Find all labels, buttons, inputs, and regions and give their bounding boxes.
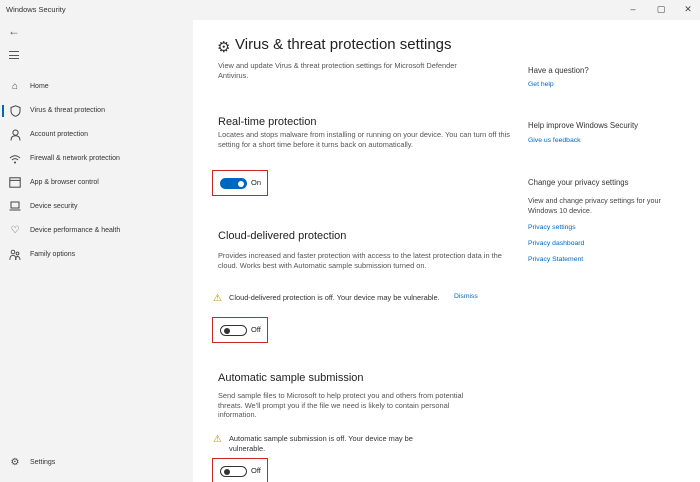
toggle-state-label: Off	[251, 325, 261, 334]
toggle-state-label: Off	[251, 466, 261, 475]
window-title: Windows Security	[6, 5, 66, 14]
page-description: View and update Virus & threat protectio…	[218, 61, 457, 80]
privacy-settings-link[interactable]: Privacy settings	[528, 224, 576, 231]
hamburger-menu-icon[interactable]	[9, 51, 19, 59]
back-arrow-icon[interactable]: ←	[8, 24, 20, 38]
sidebar-item-device-performance-health[interactable]: ♡ Device performance & health	[0, 221, 193, 241]
sidebar-item-family-options[interactable]: Family options	[0, 245, 193, 265]
sidebar-item-account-protection[interactable]: Account protection	[0, 125, 193, 145]
page-title: Virus & threat protection settings	[235, 36, 452, 53]
sidebar-item-app-browser-control[interactable]: App & browser control	[0, 173, 193, 193]
highlight-box: On	[212, 170, 268, 196]
section-title-cloud-delivered-protection: Cloud-delivered protection	[218, 230, 347, 242]
close-icon[interactable]: ✕	[681, 3, 695, 16]
sidebar-item-device-security[interactable]: Device security	[0, 197, 193, 217]
have-a-question-heading: Have a question?	[528, 66, 589, 75]
gear-icon: ⚙	[217, 39, 231, 56]
highlight-box: Off	[212, 458, 268, 482]
toggle-state-label: On	[251, 178, 262, 187]
sidebar-item-label: Settings	[30, 459, 56, 466]
privacy-statement-link[interactable]: Privacy Statement	[528, 256, 583, 263]
privacy-dashboard-link[interactable]: Privacy dashboard	[528, 240, 584, 247]
family-icon	[9, 249, 21, 261]
minimize-icon[interactable]: –	[626, 3, 640, 16]
dismiss-link[interactable]: Dismiss	[454, 293, 478, 300]
privacy-description: View and change privacy settings for you…	[528, 196, 661, 215]
cloud-delivered-protection-toggle[interactable]	[220, 325, 247, 336]
sidebar-item-virus-threat-protection[interactable]: Virus & threat protection	[0, 101, 193, 121]
maximize-icon[interactable]: ▢	[654, 3, 668, 16]
section-description: Locates and stops malware from installin…	[218, 130, 510, 149]
sidebar-item-label: Home	[30, 83, 49, 90]
sidebar-item-home[interactable]: ⌂ Home	[0, 77, 193, 97]
sidebar-item-label: Family options	[30, 251, 76, 258]
heart-icon: ♡	[10, 225, 20, 236]
gear-icon: ⚙	[10, 457, 20, 468]
give-feedback-link[interactable]: Give us feedback	[528, 137, 581, 144]
get-help-link[interactable]: Get help	[528, 81, 554, 88]
shield-icon	[9, 105, 21, 117]
warning-text: Cloud-delivered protection is off. Your …	[229, 293, 440, 302]
section-title-automatic-sample-submission: Automatic sample submission	[218, 372, 364, 384]
sidebar-item-label: Firewall & network protection	[30, 155, 120, 162]
person-icon	[9, 129, 21, 141]
sidebar-item-label: Device security	[30, 203, 78, 210]
browser-icon	[9, 177, 21, 189]
automatic-sample-submission-toggle[interactable]	[220, 466, 247, 477]
warning-text: Automatic sample submission is off. Your…	[229, 434, 413, 453]
sidebar-item-firewall-network-protection[interactable]: Firewall & network protection	[0, 149, 193, 169]
title-bar: Windows Security – ▢ ✕	[0, 0, 700, 20]
sidebar-item-label: Virus & threat protection	[30, 107, 105, 114]
sidebar-item-label: App & browser control	[30, 179, 99, 186]
help-improve-heading: Help improve Windows Security	[528, 121, 639, 130]
warning-icon: ⚠	[213, 293, 222, 304]
real-time-protection-toggle[interactable]	[220, 178, 247, 189]
section-description: Provides increased and faster protection…	[218, 251, 502, 270]
section-title-real-time-protection: Real-time protection	[218, 116, 317, 128]
sidebar-item-label: Account protection	[30, 131, 88, 138]
main-content: ⚙ Virus & threat protection settings Vie…	[193, 20, 700, 482]
warning-icon: ⚠	[213, 434, 222, 445]
section-description: Send sample files to Microsoft to help p…	[218, 391, 464, 419]
sidebar-item-label: Device performance & health	[30, 227, 121, 234]
home-icon: ⌂	[11, 81, 19, 92]
wifi-icon	[9, 153, 21, 165]
laptop-icon	[9, 201, 21, 213]
sidebar: ← ⌂ Home Virus & threat protection Accou…	[0, 20, 193, 482]
privacy-settings-heading: Change your privacy settings	[528, 178, 629, 187]
highlight-box: Off	[212, 317, 268, 343]
sidebar-item-settings[interactable]: ⚙ Settings	[0, 453, 193, 473]
